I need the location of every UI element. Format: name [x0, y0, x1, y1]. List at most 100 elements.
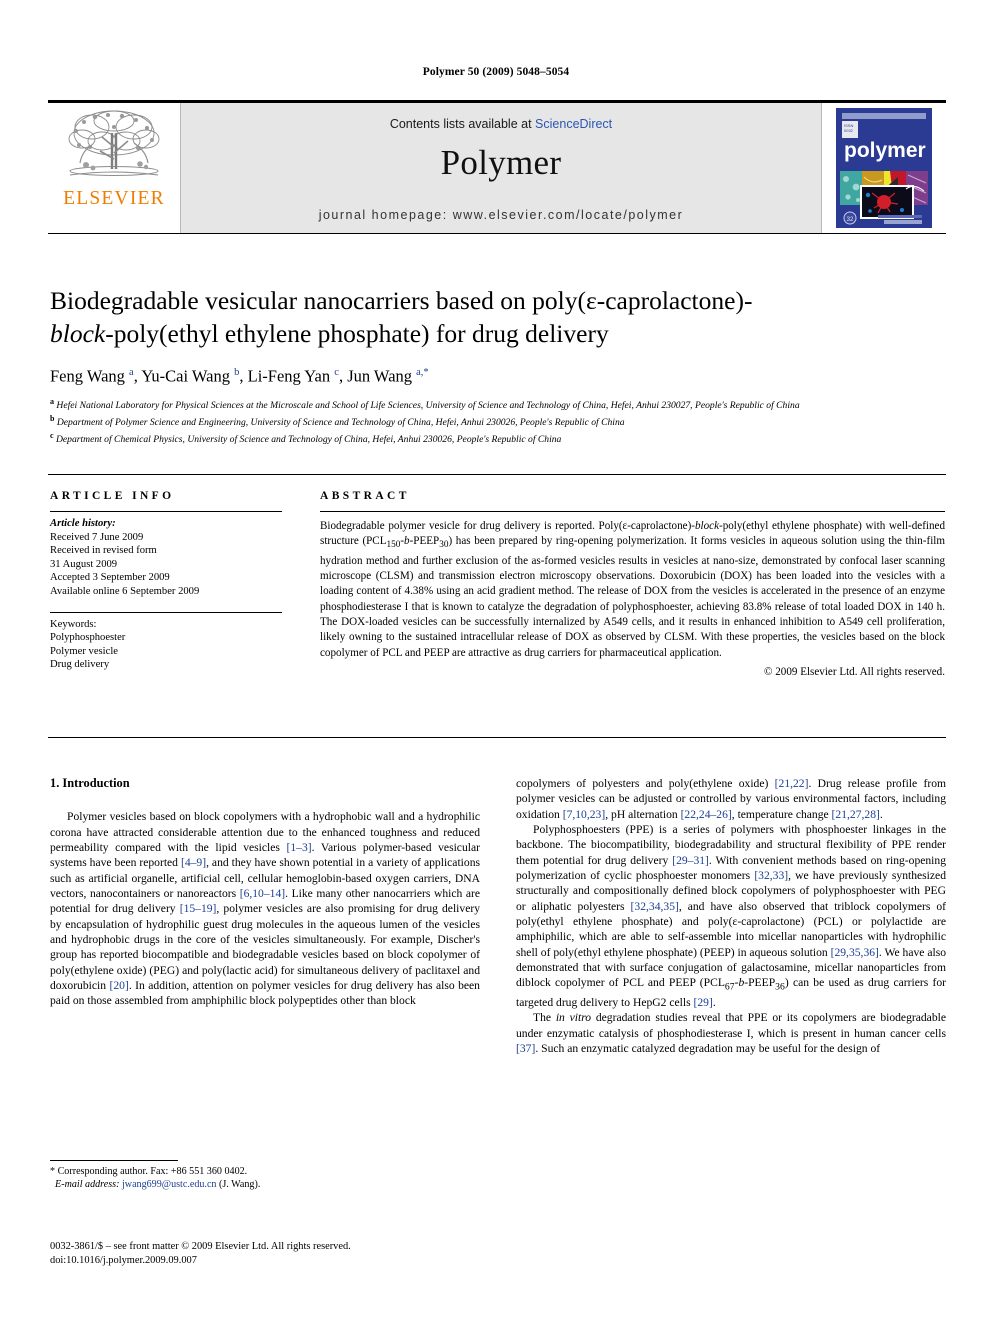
abstract-part-3: ) has been prepared by ring-opening poly… — [320, 535, 945, 659]
body-column-left: 1. Introduction Polymer vesicles based o… — [50, 776, 480, 1009]
journal-banner: Contents lists available at ScienceDirec… — [181, 103, 822, 233]
email-suffix: (J. Wang). — [219, 1179, 261, 1191]
citation-29[interactable]: [29] — [694, 996, 713, 1009]
journal-masthead: ELSEVIER Contents lists available at Sci… — [48, 100, 946, 234]
affiliation-a: a Hefei National Laboratory for Physical… — [50, 397, 800, 412]
right-paragraph-3: The in vitro degradation studies reveal … — [516, 1010, 946, 1056]
doi-line: doi:10.1016/j.polymer.2009.09.007 — [50, 1254, 197, 1266]
contents-available-line: Contents lists available at ScienceDirec… — [181, 117, 821, 131]
article-title-line1: Biodegradable vesicular nanocarriers bas… — [50, 286, 753, 315]
citation-29-35-36[interactable]: [29,35,36] — [831, 946, 879, 959]
svg-text:polymer: polymer — [844, 139, 926, 162]
svg-text:0032: 0032 — [844, 128, 854, 133]
right-p2-part7: . — [712, 996, 716, 1010]
affil-marker-a: a — [50, 397, 54, 406]
citation-15-19[interactable]: [15–19] — [180, 902, 217, 915]
abstract-copyright: © 2009 Elsevier Ltd. All rights reserved… — [764, 665, 945, 678]
abstract-heading: ABSTRACT — [320, 490, 410, 502]
journal-title: Polymer — [440, 143, 562, 182]
contents-prefix: Contents lists available at — [389, 117, 532, 131]
history-accepted: Accepted 3 September 2009 — [50, 572, 170, 584]
abstract-text: Biodegradable polymer vesicle for drug d… — [320, 519, 945, 661]
author-affil-marker-a-star: a,* — [416, 367, 429, 378]
info-divider-bottom — [50, 611, 282, 613]
right-paragraph-2: Polyphosphoesters (PPE) is a series of p… — [516, 822, 946, 1010]
info-divider-top — [50, 511, 282, 512]
article-info-heading: ARTICLE INFO — [50, 490, 175, 502]
affiliation-c: c Department of Chemical Physics, Univer… — [50, 430, 562, 445]
right-p3-part3: . Such an enzymatic catalyzed degradatio… — [535, 1042, 881, 1056]
author-affil-marker-b: b — [234, 367, 240, 378]
history-revised-label: Received in revised form — [50, 545, 157, 557]
article-title: Biodegradable vesicular nanocarriers bas… — [50, 284, 930, 350]
abstract-divider — [320, 511, 945, 512]
right-p1-part1: copolymers of polyesters and poly(ethyle… — [516, 777, 775, 790]
abstract-peep: PEEP — [413, 535, 440, 548]
article-history: Article history: Received 7 June 2009 Re… — [50, 517, 300, 599]
formula-peep: PEEP — [748, 976, 776, 990]
elsevier-logo: ELSEVIER — [48, 103, 181, 233]
right-p1-part3: , pH alternation — [605, 807, 681, 821]
affil-marker-b: b — [50, 413, 55, 423]
citation-29-31[interactable]: [29–31] — [672, 854, 709, 867]
abstract-block-italic: block — [694, 520, 719, 532]
keywords-block: Keywords: Polyphosphoester Polymer vesic… — [50, 611, 300, 672]
article-title-line2: -poly(ethyl ethylene phosphate) for drug… — [105, 319, 609, 348]
journal-homepage-link[interactable]: journal homepage: www.elsevier.com/locat… — [181, 208, 821, 222]
corresponding-author-line: * Corresponding author. Fax: +86 551 360… — [50, 1166, 248, 1177]
citation-7-10-23[interactable]: [7,10,23] — [563, 808, 606, 821]
article-title-block-italic: block — [50, 319, 106, 348]
formula-sub-36: 36 — [775, 981, 785, 993]
footnote-divider — [50, 1160, 178, 1161]
affiliation-b: b Department of Polymer Science and Engi… — [50, 413, 625, 428]
section-heading-introduction: 1. Introduction — [50, 776, 130, 790]
affiliations: a Hefei National Laboratory for Physical… — [50, 396, 930, 446]
corresponding-author-footnote: * Corresponding author. Fax: +86 551 360… — [50, 1160, 480, 1191]
citation-21-22[interactable]: [21,22] — [775, 777, 809, 790]
citation-32-33[interactable]: [32,33] — [754, 869, 788, 882]
citation-6-10-14[interactable]: [6,10–14] — [240, 887, 285, 900]
keywords-label: Keywords: — [50, 618, 97, 630]
citation-4-9[interactable]: [4–9] — [181, 856, 206, 869]
body-column-right: copolymers of polyesters and poly(ethyle… — [516, 776, 946, 1057]
formula-dash-b: -b- — [734, 976, 749, 990]
right-p1-part5: . — [879, 807, 883, 821]
abstract-dash-b: -b- — [400, 535, 414, 548]
polymer-cover-icon: ISSN0032 polymer 32 — [832, 105, 936, 231]
right-p3-part1: The — [533, 1011, 556, 1025]
elsevier-tree-icon — [68, 110, 160, 176]
right-p1-part4: , temperature change — [731, 807, 832, 821]
author-affil-marker-c: c — [334, 367, 339, 378]
issn-front-matter: 0032-3861/$ – see front matter © 2009 El… — [50, 1241, 351, 1252]
keyword-3: Drug delivery — [50, 659, 110, 671]
abstract-column: ABSTRACT Biodegradable polymer vesicle f… — [320, 490, 945, 678]
citation-32-34-35[interactable]: [32,34,35] — [631, 900, 679, 913]
in-vitro-italic: in vitro — [555, 1011, 592, 1025]
sciencedirect-link[interactable]: ScienceDirect — [535, 117, 612, 131]
email-link[interactable]: jwang699@ustc.edu.cn — [122, 1179, 217, 1190]
email-line: E-mail address: jwang699@ustc.edu.cn (J.… — [50, 1178, 480, 1191]
citation-22-24-26[interactable]: [22,24–26] — [681, 808, 732, 821]
email-label: E-mail address: — [55, 1179, 120, 1191]
intro-paragraph-left: Polymer vesicles based on block copolyme… — [50, 809, 480, 1008]
affil-marker-c: c — [50, 430, 54, 440]
citation-37[interactable]: [37] — [516, 1042, 535, 1055]
author-list: Feng Wang a, Yu-Cai Wang b, Li-Feng Yan … — [50, 366, 429, 386]
keyword-1: Polyphosphoester — [50, 632, 126, 644]
article-info-column: ARTICLE INFO Article history: Received 7… — [50, 490, 300, 672]
article-history-label: Article history: — [50, 518, 116, 529]
history-revised-date: 31 August 2009 — [50, 558, 118, 570]
citation-20[interactable]: [20] — [109, 979, 128, 992]
abstract-sub-150: 150 — [386, 540, 401, 551]
abstract-part-1: Biodegradable polymer vesicle for drug d… — [320, 520, 695, 532]
svg-text:32: 32 — [847, 217, 854, 223]
citation-21-27-28[interactable]: [21,27,28] — [832, 808, 880, 821]
elsevier-wordmark: ELSEVIER — [63, 188, 165, 209]
journal-cover-thumbnail: ISSN 0032 polymer 32 — [822, 103, 946, 233]
author-affil-marker-a: a — [129, 367, 134, 378]
formula-sub-67: 67 — [724, 981, 735, 993]
right-paragraph-1: copolymers of polyesters and poly(ethyle… — [516, 776, 946, 822]
running-head: Polymer 50 (2009) 5048–5054 — [422, 66, 570, 78]
citation-1-3[interactable]: [1–3] — [287, 841, 312, 854]
page-footer: 0032-3861/$ – see front matter © 2009 El… — [50, 1240, 550, 1267]
